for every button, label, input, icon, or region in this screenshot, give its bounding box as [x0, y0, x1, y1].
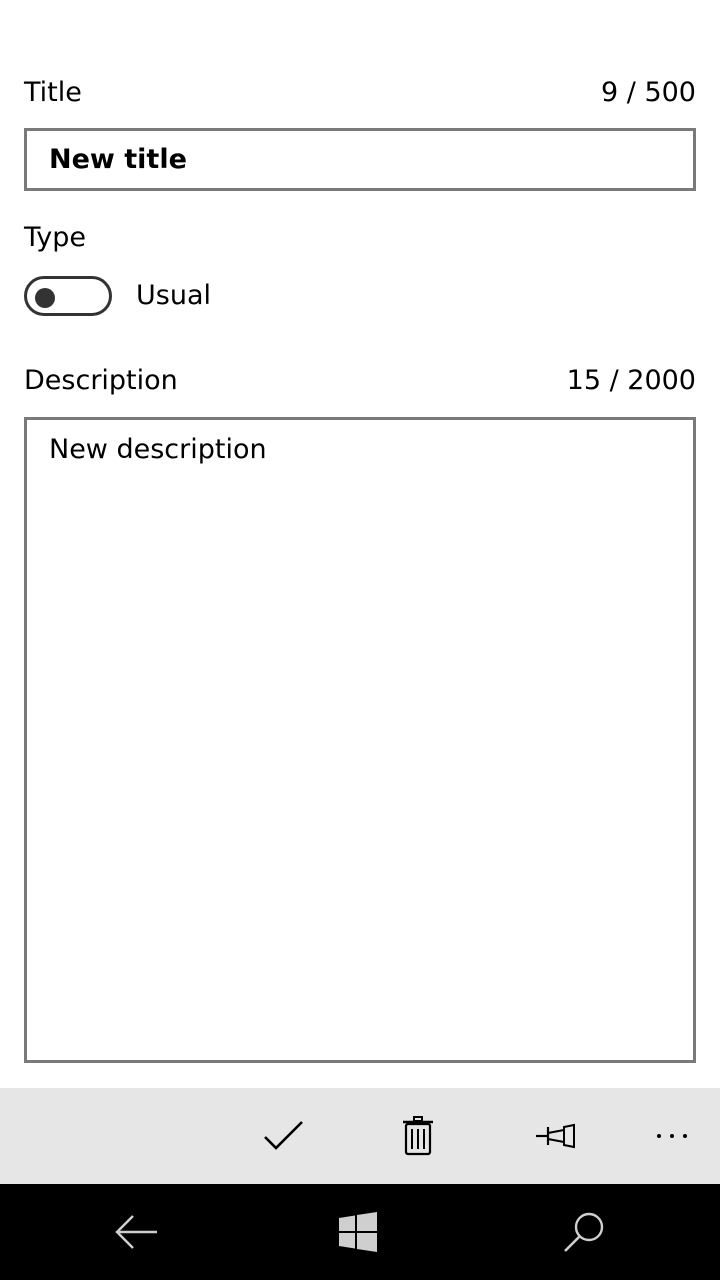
- app-bar: [0, 1088, 720, 1184]
- search-icon: [564, 1212, 604, 1252]
- accept-button[interactable]: [254, 1106, 314, 1166]
- description-label: Description: [24, 365, 178, 396]
- title-input[interactable]: New title: [24, 128, 696, 191]
- windows-start-icon: [339, 1212, 377, 1252]
- type-toggle-label: Usual: [136, 280, 211, 311]
- description-textarea[interactable]: New description: [24, 417, 696, 1063]
- description-char-counter: 15 / 2000: [566, 365, 696, 396]
- type-toggle-switch[interactable]: [24, 276, 112, 316]
- trash-icon: [403, 1116, 433, 1156]
- description-textarea-value: New description: [49, 434, 267, 465]
- title-label: Title: [24, 77, 82, 108]
- title-char-counter: 9 / 500: [601, 77, 696, 108]
- note-edit-page: Title 9 / 500 New title Type Usual Descr…: [0, 0, 720, 1280]
- toggle-knob: [35, 288, 55, 308]
- system-nav-bar: [0, 1184, 720, 1280]
- pin-button[interactable]: [526, 1106, 586, 1166]
- type-label: Type: [24, 222, 87, 253]
- title-input-value: New title: [49, 144, 187, 175]
- back-button[interactable]: [106, 1202, 166, 1262]
- pin-icon: [536, 1123, 575, 1149]
- back-arrow-icon: [115, 1215, 157, 1249]
- checkmark-icon: [264, 1121, 303, 1150]
- more-icon: [657, 1134, 687, 1138]
- description-label-row: Description 15 / 2000: [24, 363, 696, 399]
- start-button[interactable]: [328, 1202, 388, 1262]
- more-button[interactable]: [642, 1106, 702, 1166]
- search-button[interactable]: [554, 1202, 614, 1262]
- delete-button[interactable]: [388, 1106, 448, 1166]
- title-label-row: Title 9 / 500: [24, 75, 696, 111]
